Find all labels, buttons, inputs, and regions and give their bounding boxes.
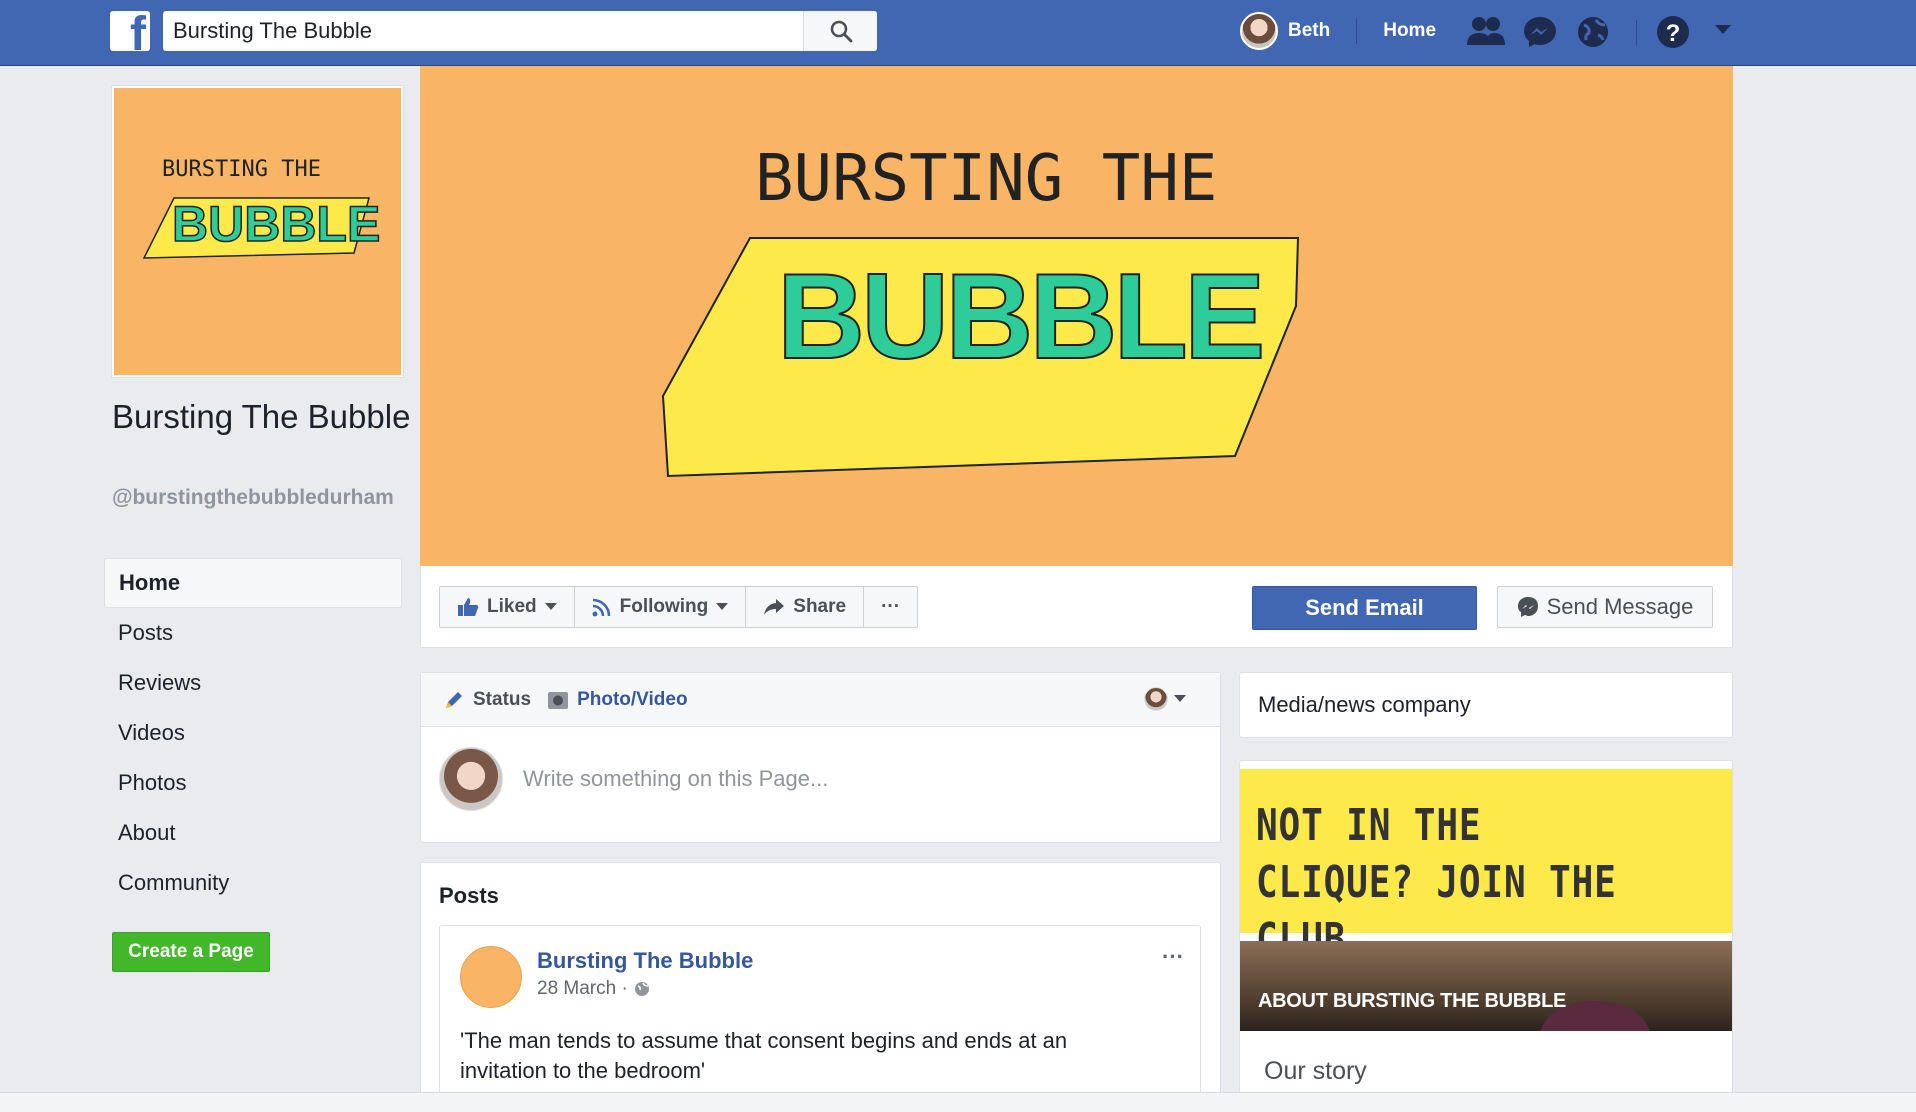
messenger-icon[interactable] [1522,15,1558,49]
sidebar-item-posts[interactable]: Posts [104,608,402,658]
search-button[interactable] [803,11,877,51]
sidebar-item-videos[interactable]: Videos [104,708,402,758]
page-actions-bar: Liked Following Share ··· Send Email Sen… [420,566,1733,648]
svg-text:BUBBLE: BUBBLE [777,248,1261,384]
page-sidebar-nav: Home Posts Reviews Videos Photos About C… [104,558,402,908]
send-message-button[interactable]: Send Message [1497,586,1713,628]
svg-text:?: ? [1666,20,1681,47]
search-input[interactable] [163,11,803,51]
messenger-icon [1517,597,1538,617]
post-options-button[interactable]: ··· [1162,944,1184,970]
sidebar-item-about[interactable]: About [104,808,402,858]
sidebar-item-community[interactable]: Community [104,858,402,908]
page-category[interactable]: Media/news company [1239,672,1733,738]
user-name: Beth [1288,20,1331,41]
page-profile-picture[interactable]: BURSTING THE BUBBLE [112,86,403,377]
cover-photo[interactable]: BURSTING THE BUBBLE [420,66,1733,566]
cover-artwork: BURSTING THE BUBBLE [661,142,1300,478]
more-options-button[interactable]: ··· [864,587,917,627]
friends-icon[interactable] [1466,15,1506,49]
about-header-image[interactable]: ABOUT BURSTING THE BUBBLE [1240,941,1732,1031]
composer-tabs: Status Photo/Video [421,673,1220,727]
page-title[interactable]: Bursting The Bubble [112,396,412,438]
send-email-button[interactable]: Send Email [1252,586,1477,630]
liked-label: Liked [487,596,537,617]
create-page-button[interactable]: Create a Page [112,932,270,972]
rss-icon [592,598,610,617]
following-button[interactable]: Following [575,587,747,627]
profile-link[interactable]: Beth Home [1240,12,1436,50]
pencil-icon [446,691,462,708]
share-label: Share [793,596,847,617]
sidebar-item-photos[interactable]: Photos [104,758,402,808]
post-author-name[interactable]: Bursting The Bubble [537,948,753,974]
chevron-down-icon [1174,695,1186,702]
photo-video-tab-label: Photo/Video [577,688,688,710]
post-as-selector[interactable] [1144,687,1186,711]
post-as-avatar [1144,687,1168,711]
about-banner-image[interactable]: NOT IN THE CLIQUE? JOIN THE CLUB. [1240,769,1732,965]
post-text: 'The man tends to assume that consent be… [460,1028,1068,1083]
following-label: Following [619,596,709,617]
send-message-label: Send Message [1546,594,1694,619]
post-date[interactable]: 28 March · [537,978,628,1000]
dropdown-icon[interactable] [1714,24,1732,36]
svg-text:BURSTING THE: BURSTING THE [755,142,1217,216]
globe-icon[interactable] [1576,15,1610,49]
svg-text:BURSTING THE: BURSTING THE [162,157,321,182]
posts-heading: Posts [439,883,499,908]
search-icon [830,20,852,43]
nav-divider [1356,18,1358,44]
our-story-heading[interactable]: Our story [1264,1057,1367,1086]
post-meta: 28 March · [537,978,650,1000]
liked-button[interactable]: Liked [440,587,575,627]
page-actions-group: Liked Following Share ··· [439,586,919,628]
home-link[interactable]: Home [1383,20,1436,42]
post-composer: Status Photo/Video Write something on th… [420,672,1221,843]
tab-status[interactable]: Status [443,689,531,711]
sidebar-item-reviews[interactable]: Reviews [104,658,402,708]
about-title: ABOUT BURSTING THE BUBBLE [1258,990,1567,1012]
sidebar-item-home[interactable]: Home [104,558,402,608]
post-author-avatar[interactable] [460,946,522,1008]
globe-icon [634,982,649,996]
about-card: NOT IN THE CLIQUE? JOIN THE CLUB. ABOUT … [1239,760,1733,1112]
help-icon[interactable]: ? [1656,15,1690,49]
posts-section: Posts Bursting The Bubble 28 March · ···… [420,862,1221,1112]
status-tab-label: Status [473,688,532,710]
facebook-logo[interactable]: f [110,11,150,51]
nav-divider [1636,20,1637,46]
svg-text:BUBBLE: BUBBLE [172,196,380,252]
composer-input[interactable]: Write something on this Page... [523,766,828,792]
top-navigation-bar: f Beth Home ? [0,0,1916,66]
search-bar [163,11,877,51]
page-username[interactable]: @burstingthebubbledurham [112,486,412,510]
post-card: Bursting The Bubble 28 March · ··· 'The … [439,925,1201,1112]
chevron-down-icon [544,603,557,610]
page-logo: BURSTING THE BUBBLE [142,157,381,259]
share-arrow-icon [764,599,785,615]
user-avatar [1240,12,1278,50]
composer-body: Write something on this Page... [421,727,1220,831]
tab-photo-video[interactable]: Photo/Video [547,688,688,711]
share-button[interactable]: Share [746,587,865,627]
bottom-chat-strip [0,1092,1916,1112]
camera-icon [548,691,569,709]
chevron-down-icon [716,603,729,610]
composer-avatar [439,747,503,811]
thumbs-up-icon [458,598,479,616]
